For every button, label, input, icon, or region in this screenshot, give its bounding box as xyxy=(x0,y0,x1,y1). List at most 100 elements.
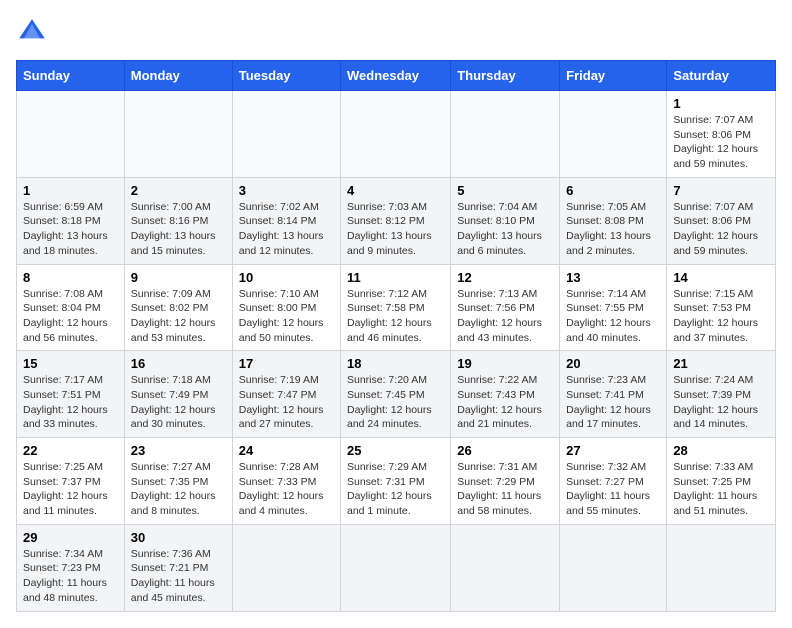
day-number: 23 xyxy=(131,443,226,458)
calendar-cell: 7 Sunrise: 7:07 AMSunset: 8:06 PMDaylight… xyxy=(667,177,776,264)
day-info: Sunrise: 7:08 AMSunset: 8:04 PMDaylight:… xyxy=(23,287,118,346)
calendar-week-2: 1 Sunrise: 6:59 AMSunset: 8:18 PMDaylight… xyxy=(17,177,776,264)
calendar-week-1: 1Sunrise: 7:07 AMSunset: 8:06 PMDaylight… xyxy=(17,91,776,178)
calendar-cell xyxy=(341,91,451,178)
calendar-cell: 1Sunrise: 7:07 AMSunset: 8:06 PMDaylight… xyxy=(667,91,776,178)
day-number: 15 xyxy=(23,356,118,371)
day-info: Sunrise: 7:25 AMSunset: 7:37 PMDaylight:… xyxy=(23,460,118,519)
day-info: Sunrise: 7:05 AMSunset: 8:08 PMDaylight:… xyxy=(566,200,660,259)
day-number: 1 xyxy=(673,96,769,111)
day-number: 6 xyxy=(566,183,660,198)
calendar-cell: 24 Sunrise: 7:28 AMSunset: 7:33 PMDayligh… xyxy=(232,438,340,525)
day-info: Sunrise: 7:27 AMSunset: 7:35 PMDaylight:… xyxy=(131,460,226,519)
col-header-sunday: Sunday xyxy=(17,61,125,91)
calendar-cell: 26Sunrise: 7:31 AMSunset: 7:29 PMDayligh… xyxy=(451,438,560,525)
day-info: Sunrise: 7:07 AMSunset: 8:06 PMDaylight:… xyxy=(673,200,769,259)
calendar-week-6: 29 Sunrise: 7:34 AMSunset: 7:23 PMDayligh… xyxy=(17,524,776,611)
calendar-cell xyxy=(17,91,125,178)
calendar-cell: 8 Sunrise: 7:08 AMSunset: 8:04 PMDaylight… xyxy=(17,264,125,351)
calendar-cell: 4 Sunrise: 7:03 AMSunset: 8:12 PMDaylight… xyxy=(341,177,451,264)
calendar-cell xyxy=(560,524,667,611)
calendar-week-5: 22 Sunrise: 7:25 AMSunset: 7:37 PMDayligh… xyxy=(17,438,776,525)
calendar-cell: 6 Sunrise: 7:05 AMSunset: 8:08 PMDaylight… xyxy=(560,177,667,264)
calendar-cell: 16 Sunrise: 7:18 AMSunset: 7:49 PMDayligh… xyxy=(124,351,232,438)
calendar-cell: 29 Sunrise: 7:34 AMSunset: 7:23 PMDayligh… xyxy=(17,524,125,611)
calendar-cell xyxy=(124,91,232,178)
day-number: 3 xyxy=(239,183,334,198)
calendar-cell: 15 Sunrise: 7:17 AMSunset: 7:51 PMDayligh… xyxy=(17,351,125,438)
calendar-cell: 27 Sunrise: 7:32 AMSunset: 7:27 PMDayligh… xyxy=(560,438,667,525)
calendar-cell xyxy=(341,524,451,611)
day-number: 10 xyxy=(239,270,334,285)
day-number: 5 xyxy=(457,183,553,198)
day-info: Sunrise: 7:24 AMSunset: 7:39 PMDaylight:… xyxy=(673,373,769,432)
day-info: Sunrise: 7:29 AMSunset: 7:31 PMDaylight:… xyxy=(347,460,444,519)
day-number: 7 xyxy=(673,183,769,198)
calendar-cell xyxy=(232,91,340,178)
day-number: 24 xyxy=(239,443,334,458)
day-number: 16 xyxy=(131,356,226,371)
day-number: 29 xyxy=(23,530,118,545)
day-number: 27 xyxy=(566,443,660,458)
day-info: Sunrise: 6:59 AMSunset: 8:18 PMDaylight:… xyxy=(23,200,118,259)
calendar-week-3: 8 Sunrise: 7:08 AMSunset: 8:04 PMDaylight… xyxy=(17,264,776,351)
calendar-cell xyxy=(667,524,776,611)
calendar-cell: 14Sunrise: 7:15 AMSunset: 7:53 PMDayligh… xyxy=(667,264,776,351)
col-header-friday: Friday xyxy=(560,61,667,91)
day-number: 21 xyxy=(673,356,769,371)
day-info: Sunrise: 7:33 AMSunset: 7:25 PMDaylight:… xyxy=(673,460,769,519)
day-number: 30 xyxy=(131,530,226,545)
calendar-cell: 11Sunrise: 7:12 AMSunset: 7:58 PMDayligh… xyxy=(341,264,451,351)
calendar-cell xyxy=(451,524,560,611)
day-number: 13 xyxy=(566,270,660,285)
header-row: SundayMondayTuesdayWednesdayThursdayFrid… xyxy=(17,61,776,91)
col-header-wednesday: Wednesday xyxy=(341,61,451,91)
day-number: 4 xyxy=(347,183,444,198)
day-number: 11 xyxy=(347,270,444,285)
col-header-monday: Monday xyxy=(124,61,232,91)
day-number: 20 xyxy=(566,356,660,371)
day-info: Sunrise: 7:04 AMSunset: 8:10 PMDaylight:… xyxy=(457,200,553,259)
day-number: 22 xyxy=(23,443,118,458)
calendar-cell: 21 Sunrise: 7:24 AMSunset: 7:39 PMDayligh… xyxy=(667,351,776,438)
day-info: Sunrise: 7:00 AMSunset: 8:16 PMDaylight:… xyxy=(131,200,226,259)
day-info: Sunrise: 7:09 AMSunset: 8:02 PMDaylight:… xyxy=(131,287,226,346)
day-info: Sunrise: 7:10 AMSunset: 8:00 PMDaylight:… xyxy=(239,287,334,346)
logo-icon xyxy=(16,16,48,48)
day-info: Sunrise: 7:13 AMSunset: 7:56 PMDaylight:… xyxy=(457,287,553,346)
day-number: 12 xyxy=(457,270,553,285)
day-number: 8 xyxy=(23,270,118,285)
day-info: Sunrise: 7:15 AMSunset: 7:53 PMDaylight:… xyxy=(673,287,769,346)
day-info: Sunrise: 7:18 AMSunset: 7:49 PMDaylight:… xyxy=(131,373,226,432)
col-header-thursday: Thursday xyxy=(451,61,560,91)
logo xyxy=(16,16,52,48)
day-number: 26 xyxy=(457,443,553,458)
day-info: Sunrise: 7:22 AMSunset: 7:43 PMDaylight:… xyxy=(457,373,553,432)
day-info: Sunrise: 7:36 AMSunset: 7:21 PMDaylight:… xyxy=(131,547,226,606)
calendar-cell: 1 Sunrise: 6:59 AMSunset: 8:18 PMDaylight… xyxy=(17,177,125,264)
page-header xyxy=(16,16,776,48)
day-info: Sunrise: 7:02 AMSunset: 8:14 PMDaylight:… xyxy=(239,200,334,259)
calendar-cell xyxy=(560,91,667,178)
calendar-cell: 10 Sunrise: 7:10 AMSunset: 8:00 PMDayligh… xyxy=(232,264,340,351)
day-info: Sunrise: 7:34 AMSunset: 7:23 PMDaylight:… xyxy=(23,547,118,606)
col-header-saturday: Saturday xyxy=(667,61,776,91)
day-info: Sunrise: 7:23 AMSunset: 7:41 PMDaylight:… xyxy=(566,373,660,432)
day-number: 17 xyxy=(239,356,334,371)
day-info: Sunrise: 7:17 AMSunset: 7:51 PMDaylight:… xyxy=(23,373,118,432)
day-number: 1 xyxy=(23,183,118,198)
calendar-cell: 28 Sunrise: 7:33 AMSunset: 7:25 PMDayligh… xyxy=(667,438,776,525)
day-number: 2 xyxy=(131,183,226,198)
calendar-cell xyxy=(451,91,560,178)
day-info: Sunrise: 7:32 AMSunset: 7:27 PMDaylight:… xyxy=(566,460,660,519)
day-number: 18 xyxy=(347,356,444,371)
calendar-cell: 18Sunrise: 7:20 AMSunset: 7:45 PMDayligh… xyxy=(341,351,451,438)
day-info: Sunrise: 7:19 AMSunset: 7:47 PMDaylight:… xyxy=(239,373,334,432)
calendar-cell xyxy=(232,524,340,611)
day-number: 28 xyxy=(673,443,769,458)
calendar-cell: 9Sunrise: 7:09 AMSunset: 8:02 PMDaylight… xyxy=(124,264,232,351)
day-info: Sunrise: 7:28 AMSunset: 7:33 PMDaylight:… xyxy=(239,460,334,519)
calendar-cell: 3 Sunrise: 7:02 AMSunset: 8:14 PMDaylight… xyxy=(232,177,340,264)
day-info: Sunrise: 7:03 AMSunset: 8:12 PMDaylight:… xyxy=(347,200,444,259)
calendar-cell: 12 Sunrise: 7:13 AMSunset: 7:56 PMDayligh… xyxy=(451,264,560,351)
